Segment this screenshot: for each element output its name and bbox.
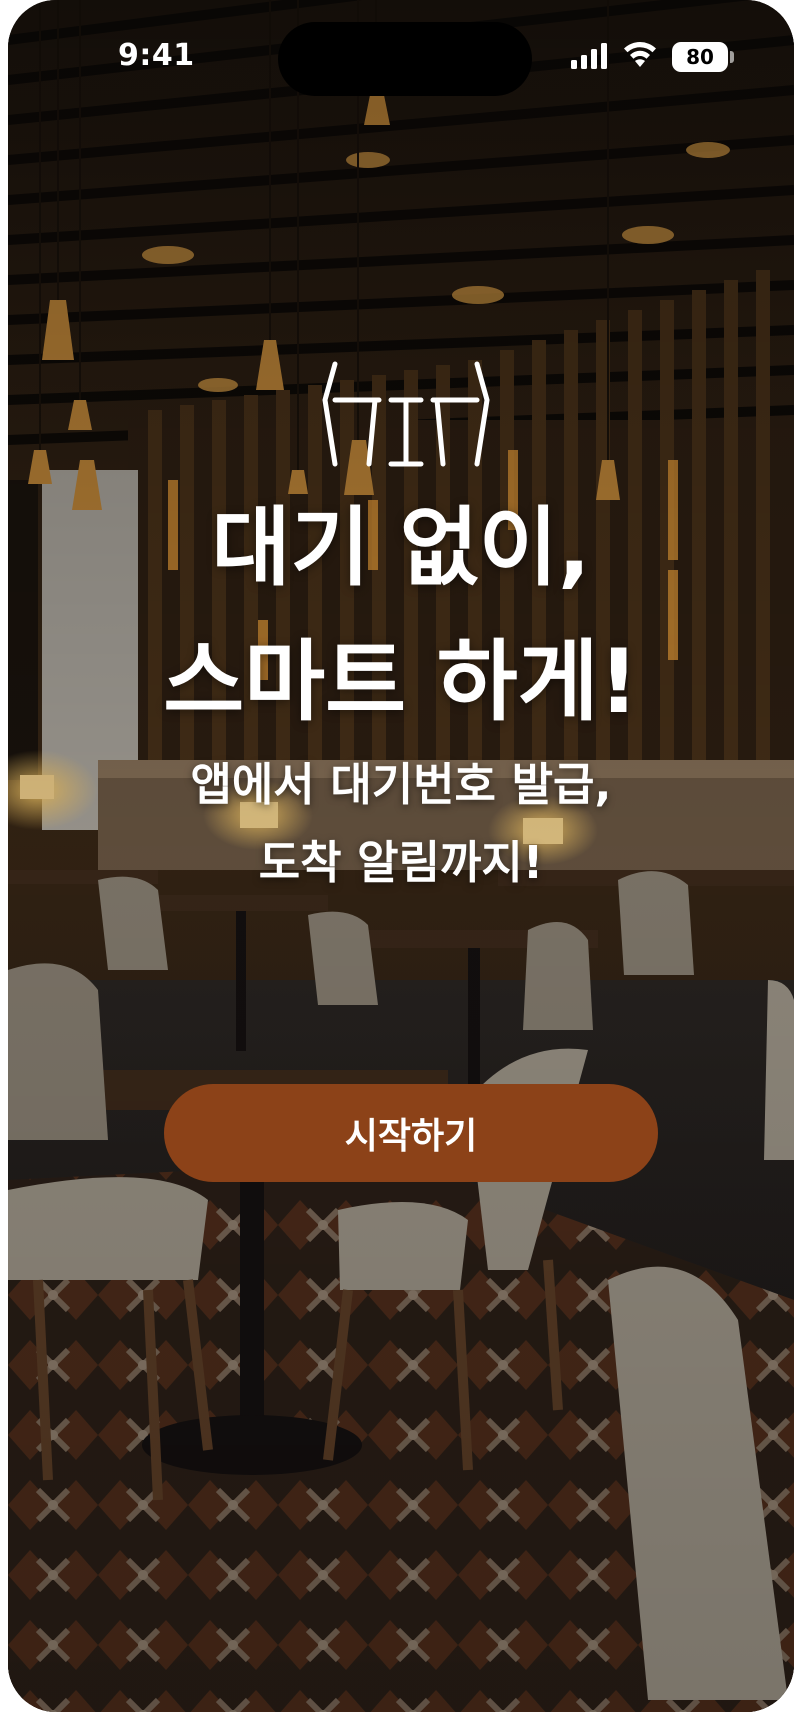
dynamic-island (278, 22, 532, 96)
hth-logo (322, 361, 490, 467)
wifi-icon (624, 42, 656, 67)
status-bar: 9:41 80 (8, 0, 794, 120)
cellular-signal-icon (571, 43, 607, 69)
headline-line-2: 스마트 하게! (163, 630, 639, 733)
battery-icon: 80 (672, 42, 728, 72)
headline-line-1: 대기 없이, (211, 498, 591, 598)
start-button[interactable]: 시작하기 (164, 1084, 658, 1182)
battery-tip (730, 51, 734, 63)
subtitle-line-2: 도착 알림까지! (258, 836, 544, 889)
battery-level: 80 (686, 45, 714, 69)
status-time: 9:41 (118, 38, 195, 73)
subtitle-line-1: 앱에서 대기번호 발급, (190, 758, 612, 811)
phone-screen: 9:41 80 대기 없이, 스마트 하게! 앱에서 대기번호 발급, 도착 알… (8, 0, 794, 1712)
